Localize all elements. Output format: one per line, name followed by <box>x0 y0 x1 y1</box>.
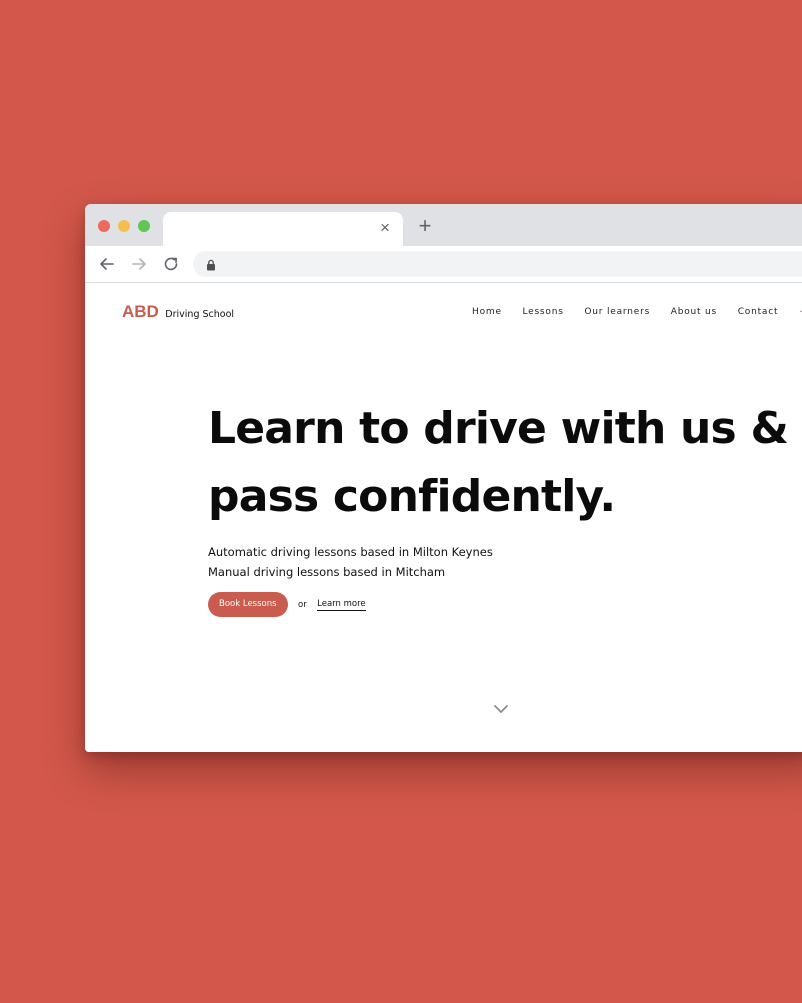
hero-subtitle: Automatic driving lessons based in Milto… <box>208 542 493 582</box>
learn-more-link[interactable]: Learn more <box>317 599 366 611</box>
site-logo[interactable]: ABD Driving School <box>122 302 234 322</box>
main-nav: Home Lessons Our learners About us Conta… <box>472 307 802 317</box>
maximize-window-button[interactable] <box>138 220 150 232</box>
hero-subtitle-line-1: Automatic driving lessons based in Milto… <box>208 545 493 559</box>
browser-window: × + ABD Driving School Home Lessons Our … <box>85 204 802 752</box>
book-lessons-button[interactable]: Book Lessons <box>208 592 288 617</box>
logo-text: Driving School <box>165 309 235 320</box>
or-text: or <box>298 599 307 610</box>
nav-about-us[interactable]: About us <box>671 307 717 317</box>
nav-home[interactable]: Home <box>472 307 502 317</box>
reload-icon[interactable] <box>161 254 181 274</box>
forward-arrow-icon[interactable] <box>129 254 149 274</box>
address-bar[interactable] <box>193 251 802 277</box>
lock-icon <box>205 258 217 271</box>
nav-lessons[interactable]: Lessons <box>522 307 563 317</box>
cta-row: Book Lessons or Learn more <box>208 592 366 617</box>
nav-contact[interactable]: Contact <box>738 307 779 317</box>
nav-our-learners[interactable]: Our learners <box>584 307 650 317</box>
web-page: ABD Driving School Home Lessons Our lear… <box>85 283 802 752</box>
close-window-button[interactable] <box>98 220 110 232</box>
new-tab-icon[interactable]: + <box>415 215 435 237</box>
browser-tab[interactable]: × <box>163 212 403 246</box>
logo-mark: ABD <box>122 302 159 321</box>
close-tab-icon[interactable]: × <box>375 218 395 238</box>
tab-bar: × + <box>85 204 802 246</box>
hero-subtitle-line-2: Manual driving lessons based in Mitcham <box>208 565 446 579</box>
back-arrow-icon[interactable] <box>97 254 117 274</box>
browser-toolbar <box>85 246 802 283</box>
hero-heading: Learn to drive with us & pass confidentl… <box>208 395 802 531</box>
minimize-window-button[interactable] <box>118 220 130 232</box>
chevron-down-icon[interactable] <box>493 702 509 714</box>
hero-heading-line-1: Learn to drive with us & <box>208 403 789 454</box>
hero-heading-line-2: pass confidently. <box>208 471 616 522</box>
